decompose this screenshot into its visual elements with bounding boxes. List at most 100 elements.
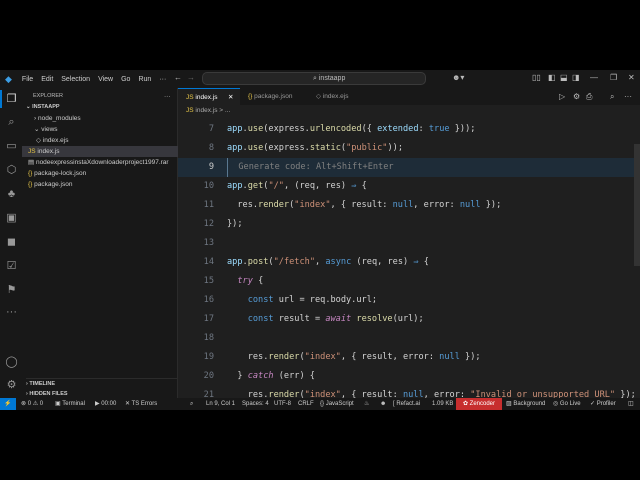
flame-icon[interactable]: ♨ xyxy=(364,398,369,410)
vscode-logo-icon: ◆ xyxy=(5,73,12,84)
code-token: }); xyxy=(227,219,243,229)
code-token: , { result, error: xyxy=(340,352,440,362)
more-actions-icon[interactable]: ··· xyxy=(624,92,632,101)
toggle-panel-icon[interactable]: ⬓ xyxy=(560,73,568,82)
debug-icon[interactable]: ⚙ xyxy=(573,92,580,101)
code-line[interactable]: 14 app.post("/fetch", async (req, res) ⇒ … xyxy=(178,253,640,272)
code-text: res.render("index", { result: null, erro… xyxy=(227,196,501,215)
refact-button[interactable]: [ Refact.ai xyxy=(393,398,420,410)
code-line[interactable]: 13 xyxy=(178,234,640,253)
tab-package-json[interactable]: {} package.json xyxy=(240,88,306,105)
vscode-window: ◆ File Edit Selection View Go Run ··· ← → ⌕ in… xyxy=(0,70,640,410)
file-item[interactable]: ▤ nodeexpressinstaXdownloaderproject1997… xyxy=(22,157,178,168)
more-icon[interactable]: ··· xyxy=(5,306,18,319)
breadcrumb[interactable]: JS index.js > ... xyxy=(178,105,230,117)
notifications-icon[interactable]: ◫ xyxy=(628,398,634,410)
code-line[interactable]: 8 app.use(express.static("public")); xyxy=(178,139,640,158)
minimize-icon[interactable]: — xyxy=(590,73,598,82)
account-icon[interactable]: ◯ xyxy=(5,356,18,369)
search-icon[interactable]: ⌕ xyxy=(5,116,18,129)
extensions-icon[interactable]: ⬡ xyxy=(5,164,18,177)
copilot-icon[interactable]: ☻▾ xyxy=(452,73,464,82)
code-line[interactable]: 12}); xyxy=(178,215,640,234)
back-icon[interactable]: ← xyxy=(174,73,182,82)
menu-go[interactable]: Go xyxy=(117,76,134,83)
tab-index-js[interactable]: JS index.js ✕ xyxy=(178,88,240,105)
code-line[interactable]: 11 res.render("index", { result: null, e… xyxy=(178,196,640,215)
background-label: Background xyxy=(513,401,546,407)
go-live-button[interactable]: ◎ Go Live xyxy=(553,398,581,410)
file-label: index.ejs xyxy=(42,137,69,144)
restore-icon[interactable]: ❐ xyxy=(610,73,617,82)
toggle-secondary-sidebar-icon[interactable]: ◨ xyxy=(572,73,580,82)
indentation[interactable]: Spaces: 4 xyxy=(242,398,269,410)
line-number: 19 xyxy=(203,352,214,362)
code-line[interactable]: 21 res.render("index", { result: null, e… xyxy=(178,386,640,398)
file-item[interactable]: ⌄ views xyxy=(22,124,178,135)
panel-icon[interactable]: ▣ xyxy=(5,212,18,225)
timer-button[interactable]: ▶ 00:00 xyxy=(95,398,116,410)
flag-icon[interactable]: ⚑ xyxy=(5,284,18,297)
file-item[interactable]: {} package-lock.json xyxy=(22,168,178,179)
code-line[interactable]: 17 const result = await resolve(url); xyxy=(178,310,640,329)
cursor-position[interactable]: Ln 9, Col 1 xyxy=(206,398,235,410)
file-item[interactable]: ◇ index.ejs xyxy=(22,135,178,146)
settings-gear-icon[interactable]: ⚙ xyxy=(5,379,18,392)
forward-icon[interactable]: → xyxy=(187,73,195,82)
timeline-section[interactable]: › TIMELINE xyxy=(26,378,182,389)
code-token: , (req, res) xyxy=(283,181,352,191)
code-line[interactable]: 9 Generate code: Alt+Shift+Enter xyxy=(178,158,640,177)
scrollbar[interactable] xyxy=(634,144,640,266)
code-line[interactable]: 18 xyxy=(178,329,640,348)
menu-more[interactable]: ··· xyxy=(155,76,170,83)
run-icon[interactable]: ▷ xyxy=(559,92,565,101)
explorer-more-icon[interactable]: ··· xyxy=(164,91,176,102)
code-line[interactable]: 10 app.get("/", (req, res) ⇒ { xyxy=(178,177,640,196)
layout-icon[interactable]: ▯▯ xyxy=(532,73,541,82)
code-line[interactable]: 15 try { xyxy=(178,272,640,291)
checklist-icon[interactable]: ☑ xyxy=(5,260,18,273)
code-line[interactable]: 20 } catch (err) { xyxy=(178,367,640,386)
language-mode[interactable]: {} JavaScript xyxy=(320,398,354,410)
code-line[interactable]: 19 res.render("index", { result, error: … xyxy=(178,348,640,367)
printer-icon[interactable]: ⎙ xyxy=(586,92,592,102)
file-item[interactable]: {} package.json xyxy=(22,179,178,190)
zoom-icon[interactable]: ⌕ xyxy=(190,398,193,410)
profiler-button[interactable]: ✓ Profiler xyxy=(590,398,616,410)
code-line[interactable]: 7 app.use(express.urlencoded({ extended: … xyxy=(178,120,640,139)
project-root[interactable]: ⌄ INSTAAPP xyxy=(26,102,182,113)
profiler-label: Profiler xyxy=(596,401,616,407)
code-line[interactable]: 16 const url = req.body.url; xyxy=(178,291,640,310)
menu-run[interactable]: Run xyxy=(134,76,155,83)
encoding[interactable]: UTF-8 xyxy=(274,398,291,410)
menu-selection[interactable]: Selection xyxy=(57,76,94,83)
code-token: (url); xyxy=(392,314,424,324)
command-center-search[interactable]: ⌕ instaapp xyxy=(202,72,426,85)
menu-file[interactable]: File xyxy=(18,76,37,83)
python-icon[interactable]: ♣ xyxy=(5,188,18,201)
code-token: (express. xyxy=(263,124,310,134)
file-item[interactable]: › node_modules xyxy=(22,113,178,124)
ts-errors-button[interactable]: ✕ TS Errors xyxy=(125,398,157,410)
tab-index-ejs[interactable]: ◇ index.ejs xyxy=(308,88,368,105)
toggle-sidebar-icon[interactable]: ◧ xyxy=(548,73,556,82)
explorer-icon[interactable]: ❐ xyxy=(5,93,18,106)
close-tab-icon[interactable]: ✕ xyxy=(228,89,233,106)
file-item[interactable]: JS index.js xyxy=(22,146,178,157)
remote-explorer-icon[interactable]: ▭ xyxy=(5,140,18,153)
preview-icon[interactable]: ⌕ xyxy=(610,92,614,102)
line-ending[interactable]: CRLF xyxy=(298,398,314,410)
remote-indicator[interactable]: ⚡ xyxy=(0,398,16,410)
menu-view[interactable]: View xyxy=(94,76,117,83)
stop-icon[interactable]: ◼ xyxy=(5,236,18,249)
menu-edit[interactable]: Edit xyxy=(37,76,57,83)
zencoder-button[interactable]: ✿ Zencoder xyxy=(456,398,502,410)
copilot-status-icon[interactable]: ☻ xyxy=(380,398,386,410)
terminal-button[interactable]: ▣ Terminal xyxy=(55,398,85,410)
file-size: 1.09 KB xyxy=(432,401,454,407)
background-button[interactable]: ▨ Background xyxy=(506,398,545,410)
line-number: 11 xyxy=(203,200,214,210)
code-token: res. xyxy=(227,200,259,210)
close-icon[interactable]: ✕ xyxy=(628,73,635,82)
problems-indicator[interactable]: ⊗ 0 ⚠ 0 xyxy=(21,398,43,410)
